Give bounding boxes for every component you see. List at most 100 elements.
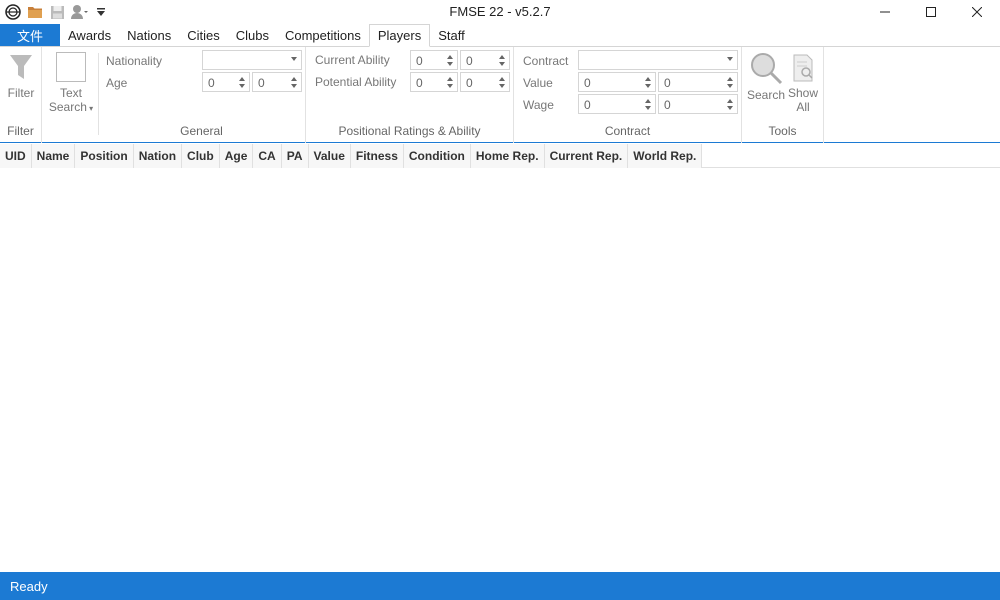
- tab-competitions[interactable]: Competitions: [277, 24, 369, 46]
- filter-group: Filter Filter: [0, 47, 42, 143]
- wage-max-spinner[interactable]: 0: [658, 94, 738, 114]
- general-group-label: General: [180, 124, 223, 138]
- show-all-button[interactable]: Show All: [786, 53, 820, 114]
- tab-staff[interactable]: Staff: [430, 24, 473, 46]
- title-bar: FMSE 22 - v5.2.7: [0, 0, 1000, 24]
- wage-min-spinner[interactable]: 0: [578, 94, 656, 114]
- age-min-spinner[interactable]: 0: [202, 72, 250, 92]
- pa-max-value: 0: [466, 76, 473, 90]
- value-min-value: 0: [584, 76, 591, 90]
- chevron-down-icon: [727, 57, 733, 61]
- filter-funnel-icon: [10, 55, 32, 79]
- age-min-value: 0: [208, 76, 215, 90]
- ribbon-panel: Filter Filter Text Search ▾ Nationality …: [0, 47, 1000, 143]
- nationality-combo[interactable]: [202, 50, 302, 70]
- pa-min-value: 0: [416, 76, 423, 90]
- pa-min-spinner[interactable]: 0: [410, 72, 458, 92]
- column-header-ca[interactable]: CA: [253, 144, 282, 168]
- text-search-button[interactable]: Text Search ▾: [46, 52, 96, 116]
- value-min-spinner[interactable]: 0: [578, 72, 656, 92]
- column-header-current-rep[interactable]: Current Rep.: [544, 144, 629, 168]
- separator: [98, 53, 99, 135]
- text-search-label2: Search: [48, 100, 87, 114]
- contract-group: Contract Value 0 0 Wage 0 0 Contract: [514, 47, 742, 143]
- ca-min-spinner[interactable]: 0: [410, 50, 458, 70]
- column-header-name[interactable]: Name: [31, 144, 76, 168]
- players-grid-body[interactable]: [0, 168, 1000, 572]
- spin-down-icon: [447, 62, 453, 66]
- text-search-box-icon: [56, 52, 86, 82]
- column-header-pa[interactable]: PA: [281, 144, 309, 168]
- spin-up-icon: [499, 55, 505, 59]
- document-magnifier-icon: [793, 54, 813, 82]
- potential-ability-label: Potential Ability: [315, 75, 397, 89]
- spin-down-icon: [727, 84, 733, 88]
- status-bar: Ready: [0, 572, 1000, 600]
- value-max-spinner[interactable]: 0: [658, 72, 738, 92]
- show-all-label2: All: [796, 100, 810, 114]
- text-search-dropdown-icon: ▾: [86, 104, 94, 113]
- show-all-label: Show: [787, 86, 819, 100]
- ca-min-value: 0: [416, 54, 423, 68]
- current-ability-label: Current Ability: [315, 53, 390, 67]
- tab-awards[interactable]: Awards: [60, 24, 119, 46]
- filter-button[interactable]: Filter: [2, 53, 40, 100]
- column-header-world-rep[interactable]: World Rep.: [628, 144, 703, 168]
- spin-down-icon: [727, 106, 733, 110]
- column-header-uid[interactable]: UID: [0, 144, 32, 168]
- tab-nations[interactable]: Nations: [119, 24, 179, 46]
- search-icon: [751, 53, 783, 85]
- minimize-icon[interactable]: [862, 0, 908, 24]
- column-header-value[interactable]: Value: [308, 144, 351, 168]
- spin-up-icon: [645, 77, 651, 81]
- tools-group: Search Show All Tools: [742, 47, 824, 143]
- spin-down-icon: [239, 84, 245, 88]
- search-button[interactable]: Search: [746, 51, 786, 102]
- age-label: Age: [106, 76, 128, 90]
- spin-down-icon: [291, 84, 297, 88]
- contract-combo[interactable]: [578, 50, 738, 70]
- column-header-condition[interactable]: Condition: [403, 144, 471, 168]
- general-group: Text Search ▾ Nationality Age 0 0 Genera…: [42, 47, 306, 143]
- wage-label: Wage: [523, 98, 554, 112]
- contract-label: Contract: [523, 54, 569, 68]
- spin-up-icon: [727, 77, 733, 81]
- column-header-position[interactable]: Position: [75, 144, 134, 168]
- column-header-age[interactable]: Age: [219, 144, 254, 168]
- spin-up-icon: [645, 99, 651, 103]
- pa-max-spinner[interactable]: 0: [460, 72, 510, 92]
- nationality-label: Nationality: [106, 54, 163, 68]
- spin-down-icon: [447, 84, 453, 88]
- spin-down-icon: [499, 62, 505, 66]
- column-header-club[interactable]: Club: [182, 144, 220, 168]
- spin-up-icon: [239, 77, 245, 81]
- age-max-spinner[interactable]: 0: [252, 72, 302, 92]
- spin-up-icon: [727, 99, 733, 103]
- tools-group-label: Tools: [768, 124, 797, 138]
- spin-up-icon: [499, 77, 505, 81]
- tab-players[interactable]: Players: [368, 24, 431, 47]
- chevron-down-icon: [291, 57, 297, 61]
- value-max-value: 0: [664, 76, 671, 90]
- text-search-label: Text: [59, 86, 82, 100]
- positional-group-label: Positional Ratings & Ability: [338, 124, 481, 138]
- tab-file[interactable]: 文件: [0, 24, 60, 46]
- column-header-nation[interactable]: Nation: [133, 144, 183, 168]
- maximize-icon[interactable]: [908, 0, 954, 24]
- column-header-home-rep[interactable]: Home Rep.: [470, 144, 545, 168]
- tab-cities[interactable]: Cities: [179, 24, 228, 46]
- age-max-value: 0: [258, 76, 265, 90]
- column-header-fitness[interactable]: Fitness: [350, 144, 404, 168]
- window-title: FMSE 22 - v5.2.7: [449, 4, 551, 19]
- wage-max-value: 0: [664, 98, 671, 112]
- wage-min-value: 0: [584, 98, 591, 112]
- spin-up-icon: [447, 77, 453, 81]
- spin-up-icon: [447, 55, 453, 59]
- ribbon-tabs: 文件 Awards Nations Cities Clubs Competiti…: [0, 24, 1000, 47]
- spin-up-icon: [291, 77, 297, 81]
- close-icon[interactable]: [954, 0, 1000, 24]
- search-button-label: Search: [746, 88, 786, 102]
- status-text: Ready: [10, 578, 48, 594]
- ca-max-spinner[interactable]: 0: [460, 50, 510, 70]
- tab-clubs[interactable]: Clubs: [228, 24, 277, 46]
